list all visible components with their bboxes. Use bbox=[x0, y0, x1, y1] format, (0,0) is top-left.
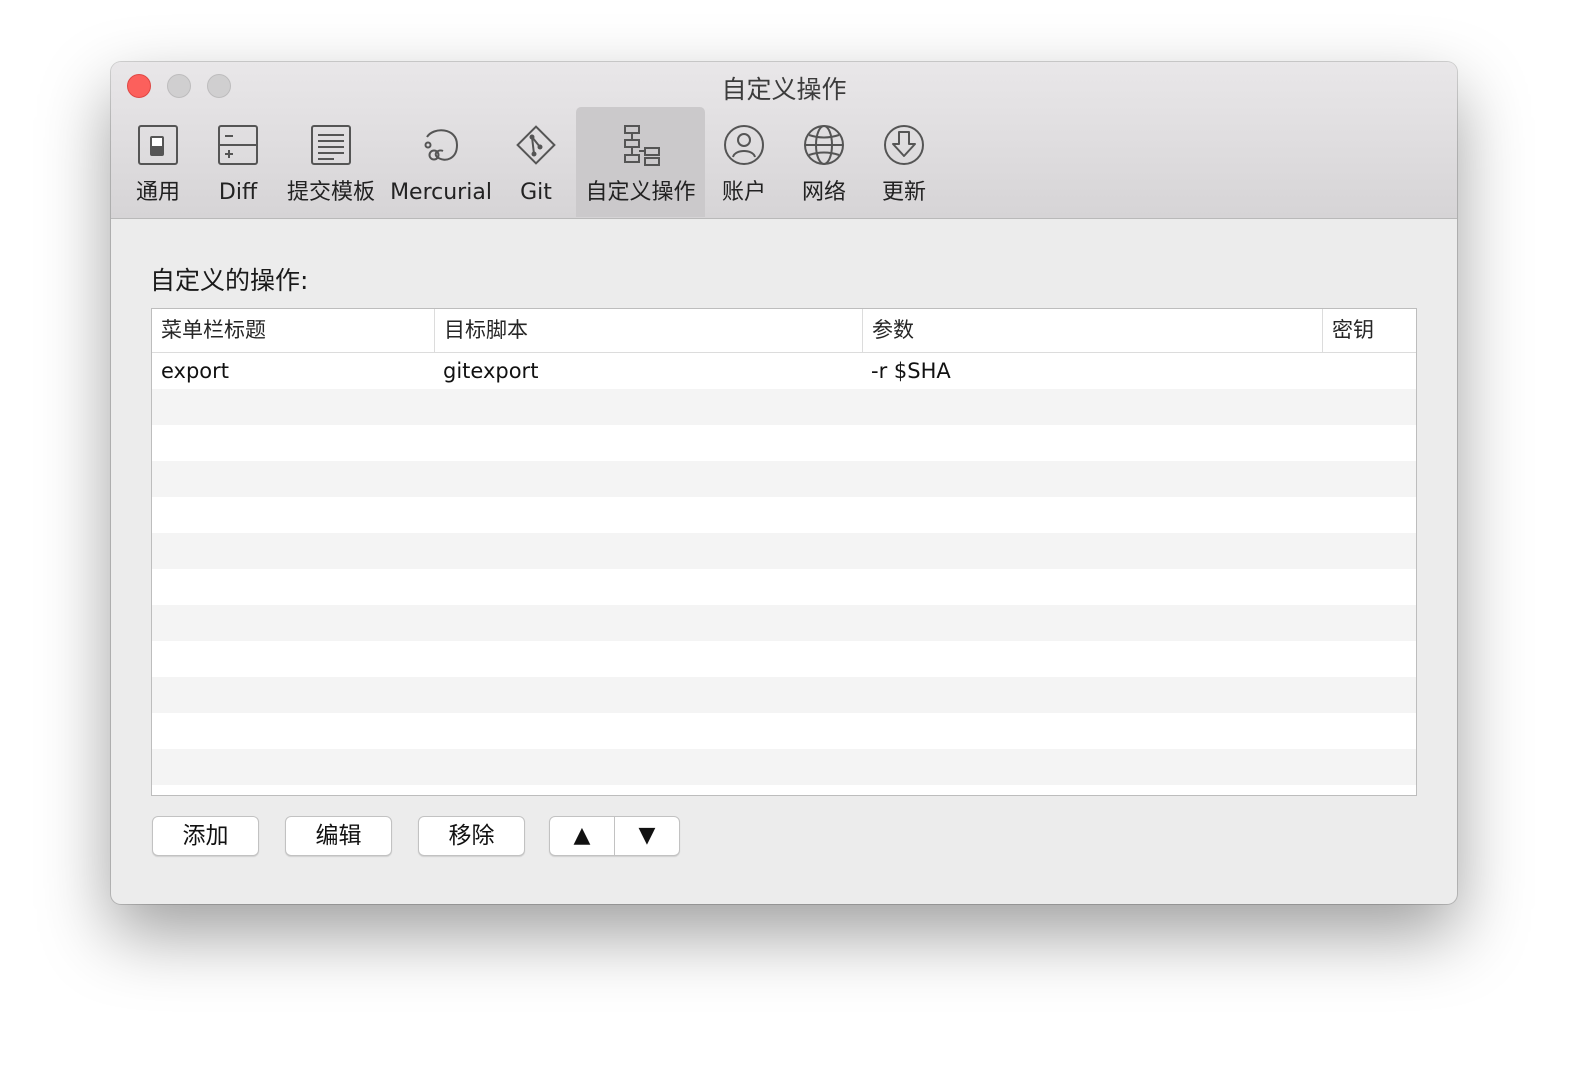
general-switch-icon bbox=[136, 123, 180, 167]
table-row-empty bbox=[152, 389, 1416, 425]
move-up-button[interactable]: ▲ bbox=[550, 817, 615, 855]
column-header-menu-title[interactable]: 菜单栏标题 bbox=[152, 309, 434, 352]
diff-icon bbox=[216, 123, 260, 167]
account-icon bbox=[722, 123, 766, 167]
remove-button[interactable]: 移除 bbox=[418, 816, 525, 856]
move-down-button[interactable]: ▼ bbox=[615, 817, 679, 855]
column-header-key[interactable]: 密钥 bbox=[1322, 309, 1416, 352]
column-header-script[interactable]: 目标脚本 bbox=[434, 309, 862, 352]
cell-params: -r $SHA bbox=[871, 359, 951, 383]
preferences-window: 自定义操作 通用 Diff 提交模板 Mercurial Git 自定义操作 账… bbox=[111, 62, 1457, 904]
add-button[interactable]: 添加 bbox=[152, 816, 259, 856]
tab-custom-actions[interactable]: 自定义操作 bbox=[576, 107, 705, 217]
table-row-empty bbox=[152, 425, 1416, 461]
table-row-empty bbox=[152, 569, 1416, 605]
update-download-icon bbox=[882, 123, 926, 167]
git-icon bbox=[514, 123, 558, 167]
table-row-empty bbox=[152, 461, 1416, 497]
table-row-empty bbox=[152, 749, 1416, 785]
tab-general[interactable]: 通用 bbox=[127, 107, 189, 217]
tab-commit-template[interactable]: 提交模板 bbox=[285, 107, 377, 217]
commit-template-icon bbox=[309, 123, 353, 167]
table-row-empty bbox=[152, 533, 1416, 569]
tab-network[interactable]: 网络 bbox=[798, 107, 850, 217]
tab-git[interactable]: Git bbox=[509, 107, 563, 217]
table-row-empty bbox=[152, 641, 1416, 677]
section-label: 自定义的操作: bbox=[150, 266, 309, 295]
reorder-segmented-control: ▲ ▼ bbox=[549, 816, 680, 856]
custom-actions-table[interactable]: 菜单栏标题 目标脚本 参数 密钥 export gitexport -r $SH… bbox=[151, 308, 1417, 796]
column-header-params[interactable]: 参数 bbox=[862, 309, 1322, 352]
table-row-empty bbox=[152, 605, 1416, 641]
tab-account[interactable]: 账户 bbox=[719, 107, 769, 217]
table-header: 菜单栏标题 目标脚本 参数 密钥 bbox=[152, 309, 1416, 353]
custom-actions-icon bbox=[619, 123, 663, 167]
tab-update[interactable]: 更新 bbox=[878, 107, 930, 217]
table-row-empty bbox=[152, 497, 1416, 533]
content-pane: 自定义的操作: 菜单栏标题 目标脚本 参数 密钥 export gitexpor… bbox=[111, 219, 1457, 904]
cell-script: gitexport bbox=[443, 359, 539, 383]
cell-menu-title: export bbox=[161, 359, 230, 383]
table-row-empty bbox=[152, 713, 1416, 749]
network-globe-icon bbox=[802, 123, 846, 167]
table-row-empty bbox=[152, 677, 1416, 713]
edit-button[interactable]: 编辑 bbox=[285, 816, 392, 856]
cell-key bbox=[1322, 353, 1416, 389]
tab-mercurial[interactable]: Mercurial bbox=[390, 107, 492, 217]
window-title: 自定义操作 bbox=[721, 75, 847, 104]
mercurial-icon bbox=[419, 123, 463, 167]
title-bar-toolbar: 自定义操作 通用 Diff 提交模板 Mercurial Git 自定义操作 账… bbox=[111, 62, 1457, 219]
tab-diff[interactable]: Diff bbox=[208, 107, 268, 217]
